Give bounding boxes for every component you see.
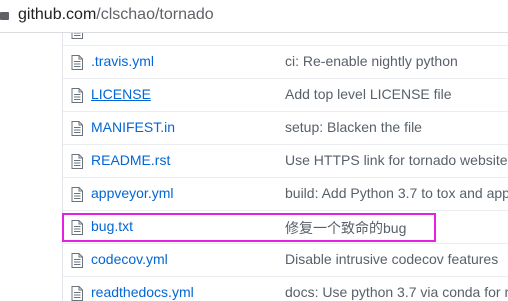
- commit-message-link[interactable]: Add top level LICENSE file: [285, 86, 452, 102]
- file-icon: [71, 33, 83, 39]
- file-name-link[interactable]: README.rst: [91, 152, 170, 168]
- url-host: github.com: [18, 6, 97, 23]
- address-bar[interactable]: github.com/clschao/tornado: [0, 0, 508, 33]
- file-row[interactable]: appveyor.yml build: Add Python 3.7 to tox…: [63, 177, 508, 210]
- file-icon: [71, 253, 83, 268]
- file-icon: [71, 88, 83, 103]
- commit-message-link[interactable]: build: Add Python 3.7 to tox and app: [285, 185, 508, 201]
- file-icon: [71, 55, 83, 70]
- url-text[interactable]: github.com/clschao/tornado: [18, 6, 214, 24]
- file-name-link[interactable]: MANIFEST.in: [91, 119, 175, 135]
- commit-message-link[interactable]: Use HTTPS link for tornado website.: [285, 152, 508, 168]
- file-row[interactable]: codecov.yml Disable intrusive codecov fea…: [63, 243, 508, 276]
- file-name-link[interactable]: readthedocs.yml: [91, 284, 194, 300]
- file-name-link[interactable]: appveyor.yml: [91, 185, 173, 201]
- file-row[interactable]: LICENSE Add top level LICENSE file: [63, 78, 508, 111]
- commit-message-link[interactable]: 修复一个致命的bug: [285, 218, 406, 238]
- file-name-link[interactable]: bug.txt: [91, 218, 133, 234]
- file-list: .travis.yml ci: Re-enable nightly python L…: [62, 33, 508, 301]
- file-icon: [71, 121, 83, 136]
- file-icon: [71, 154, 83, 169]
- file-row[interactable]: .travis.yml ci: Re-enable nightly python: [63, 45, 508, 78]
- file-name-link[interactable]: codecov.yml: [91, 251, 168, 267]
- file-row[interactable]: bug.txt 修复一个致命的bug: [63, 210, 508, 243]
- file-icon: [71, 220, 83, 235]
- url-path: /clschao/tornado: [96, 6, 214, 23]
- commit-message-link[interactable]: ci: Re-enable nightly python: [285, 53, 458, 69]
- file-row[interactable]: MANIFEST.in setup: Blacken the file: [63, 111, 508, 144]
- file-icon: [71, 286, 83, 301]
- commit-message-link[interactable]: setup: Blacken the file: [285, 119, 422, 135]
- file-row[interactable]: readthedocs.yml docs: Use python 3.7 via …: [63, 276, 508, 301]
- lock-icon: [0, 12, 9, 20]
- file-row[interactable]: README.rst Use HTTPS link for tornado web…: [63, 144, 508, 177]
- file-name-link[interactable]: .travis.yml: [91, 53, 154, 69]
- commit-message-link[interactable]: docs: Use python 3.7 via conda for re: [285, 284, 508, 300]
- commit-message-link[interactable]: Disable intrusive codecov features: [285, 251, 498, 267]
- file-name-link[interactable]: LICENSE: [91, 86, 151, 102]
- file-icon: [71, 187, 83, 202]
